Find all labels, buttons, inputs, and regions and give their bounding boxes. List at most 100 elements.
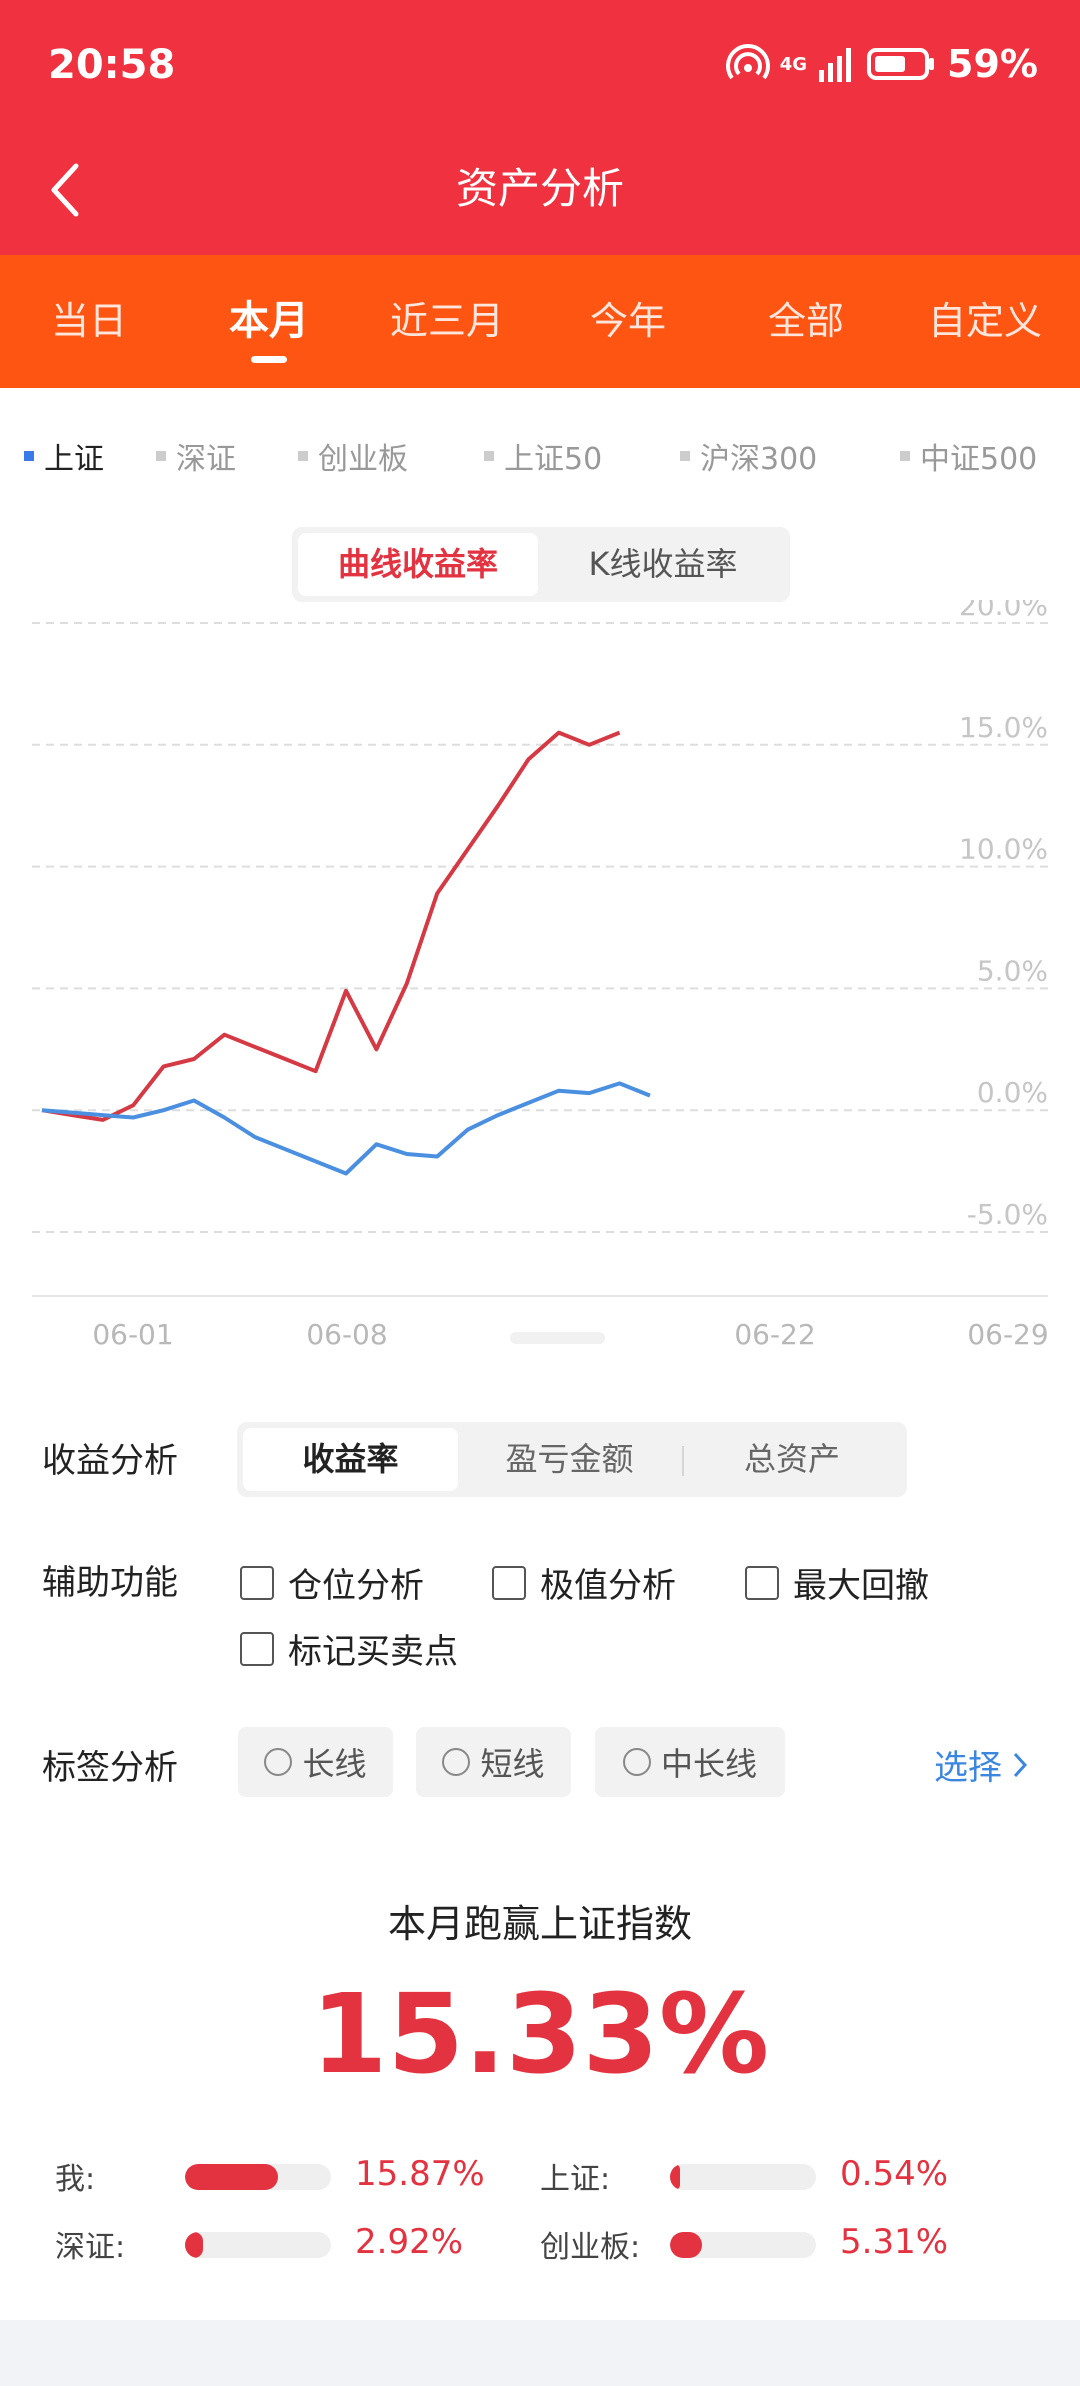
y-tick-label: 5.0% (977, 954, 1048, 987)
stat-bar (670, 2164, 816, 2190)
x-tick-label: 06-01 (92, 1318, 173, 1351)
tab-this-month[interactable]: 本月 (194, 255, 344, 388)
tab-all[interactable]: 全部 (731, 255, 881, 388)
index-shanghai[interactable]: 上证 (24, 434, 104, 478)
tag-mid-long[interactable]: 中长线 (595, 1727, 785, 1797)
y-tick-label: 15.0% (959, 711, 1048, 744)
tag-short[interactable]: 短线 (416, 1727, 571, 1797)
legend-dot (680, 451, 690, 461)
checkbox-box (240, 1565, 274, 1600)
stat-label: 上证: (540, 2162, 611, 2197)
index-label: 深证 (176, 442, 236, 477)
stat-bar (670, 2232, 816, 2258)
x-axis-line (32, 1295, 1048, 1297)
hotspot-icon (725, 44, 770, 80)
tag-label: 中长线 (660, 1745, 757, 1783)
analysis-label: 收益分析 (42, 1441, 178, 1481)
period-tabs: 当日 本月 近三月 今年 全部 自定义 (0, 255, 1080, 388)
tab-custom[interactable]: 自定义 (910, 255, 1060, 388)
tab-today[interactable]: 当日 (14, 255, 164, 388)
checkbox-label: 极值分析 (540, 1566, 676, 1606)
aux-label: 辅助功能 (42, 1563, 178, 1603)
y-tick-label: 0.0% (977, 1076, 1048, 1109)
choose-link[interactable]: 选择 (934, 1740, 1030, 1789)
x-tick-label: 06-29 (967, 1318, 1048, 1351)
legend-dot (484, 451, 494, 461)
stat-bar-fill (670, 2232, 703, 2258)
beat-title: 本月跑赢上证指数 (387, 1902, 692, 1946)
stat-label: 我: (55, 2162, 96, 2197)
return-chart: 20.0% 15.0% 10.0% 5.0% 0.0% -5.0% 06-01 06-08 0… (32, 600, 1049, 1351)
stat-shenzhen: 深证: 2.92% (55, 2222, 495, 2265)
tags-label: 标签分析 (42, 1748, 178, 1788)
kline-return-button[interactable]: K线收益率 (542, 533, 784, 596)
stat-me: 我: 15.87% (55, 2154, 495, 2197)
max-drawdown-checkbox[interactable]: 最大回撤 (745, 1558, 929, 1607)
battery-percent: 59% (947, 42, 1038, 86)
status-time: 20:58 (48, 42, 176, 88)
radio-icon (442, 1748, 471, 1776)
index-selector: 上证 深证 创业板 上证50 沪深300 中证500 (0, 420, 1080, 480)
stat-bar-fill (670, 2164, 680, 2190)
stat-value: 2.92% (355, 2222, 464, 2262)
return-rate-button[interactable]: 收益率 (243, 1428, 458, 1491)
stat-bar-fill (185, 2164, 279, 2190)
x-tick-label: 06-08 (306, 1318, 387, 1351)
bottom-section-divider (0, 2320, 1080, 2386)
index-csi300[interactable]: 沪深300 (680, 434, 817, 478)
checkbox-box (745, 1565, 779, 1600)
stat-shanghai: 上证: 0.54% (540, 2154, 980, 2197)
beat-value: 15.33% (310, 1970, 770, 2098)
tab-this-year[interactable]: 今年 (553, 255, 703, 388)
status-icons: 4G 59% (725, 42, 1038, 86)
index-shenzhen[interactable]: 深证 (156, 434, 236, 478)
position-analysis-checkbox[interactable]: 仓位分析 (240, 1558, 424, 1607)
checkbox-label: 标记买卖点 (288, 1632, 458, 1672)
profit-amount-button[interactable]: 盈亏金额 (462, 1428, 677, 1491)
legend-dot (900, 451, 910, 461)
mark-trades-checkbox[interactable]: 标记买卖点 (240, 1624, 458, 1673)
tab-active-indicator (251, 356, 287, 363)
blurred-date-label (510, 1332, 605, 1344)
stat-value: 5.31% (840, 2222, 949, 2262)
index-csi500[interactable]: 中证500 (900, 434, 1037, 478)
divider (682, 1446, 684, 1476)
index-return-line (41, 1081, 651, 1176)
stat-value: 15.87% (355, 2154, 485, 2194)
stat-bar-fill (185, 2232, 203, 2258)
x-tick-label: 06-22 (734, 1318, 815, 1351)
chevron-right-icon (1013, 1752, 1028, 1777)
extreme-analysis-checkbox[interactable]: 极值分析 (492, 1558, 676, 1607)
page-title: 资产分析 (455, 164, 624, 213)
battery-icon (867, 48, 935, 80)
analysis-toggle: 收益率 盈亏金额 总资产 (237, 1422, 907, 1497)
stat-label: 深证: (55, 2230, 126, 2265)
my-return-line (41, 730, 621, 1122)
signal-icon (819, 48, 852, 82)
legend-dot (24, 451, 34, 461)
total-assets-button[interactable]: 总资产 (687, 1428, 897, 1491)
app-header: 20:58 4G 59% 资产分析 (0, 0, 1080, 255)
tag-long[interactable]: 长线 (238, 1727, 393, 1797)
stat-value: 0.54% (840, 2154, 949, 2194)
radio-icon (622, 1748, 651, 1776)
tag-label: 短线 (480, 1745, 545, 1783)
index-label: 中证500 (920, 442, 1038, 477)
checkbox-box (492, 1565, 526, 1600)
stat-bar (185, 2232, 331, 2258)
index-label: 创业板 (318, 442, 408, 477)
checkbox-label: 最大回撤 (793, 1566, 929, 1606)
checkbox-label: 仓位分析 (288, 1566, 424, 1606)
choose-label: 选择 (934, 1748, 1002, 1788)
radio-icon (264, 1748, 293, 1776)
index-sse50[interactable]: 上证50 (484, 434, 602, 478)
index-label: 上证50 (504, 442, 603, 477)
index-label: 沪深300 (700, 442, 818, 477)
stat-label: 创业板: (540, 2230, 641, 2265)
y-tick-label: -5.0% (967, 1198, 1048, 1231)
checkbox-box (240, 1631, 274, 1666)
stat-bar (185, 2164, 331, 2190)
curve-return-button[interactable]: 曲线收益率 (298, 533, 538, 596)
index-chinext[interactable]: 创业板 (298, 434, 408, 478)
tab-three-months[interactable]: 近三月 (372, 255, 522, 388)
